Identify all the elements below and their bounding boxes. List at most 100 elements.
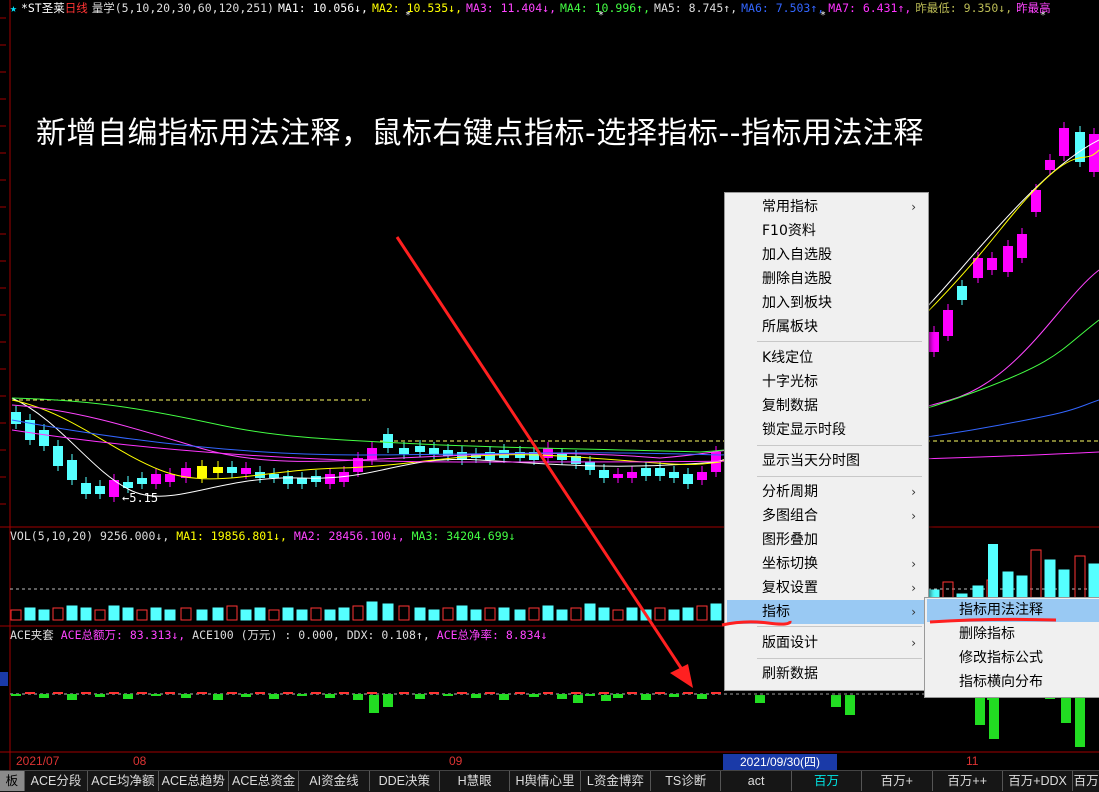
menu-add-watchlist[interactable]: 加入自选股 [727,244,926,266]
tab-ace-funds[interactable]: ACE总资金 [229,771,300,791]
ace-bar [845,695,855,715]
indicator-submenu: 指标用法注释 删除指标 修改指标公式 指标横向分布 [924,597,1099,698]
menu-crosshair[interactable]: 十字光标 [727,371,926,393]
date-label-aug: 08 [133,754,147,768]
ace-bar [543,692,553,694]
candle-body [81,483,91,494]
ma6-value: MA6: 7.503↑, [741,1,825,15]
menu-f10-info[interactable]: F10资料 [727,220,926,242]
ace-bar [67,694,77,700]
candle-body [1059,128,1069,156]
tab-ts-diagnosis[interactable]: TS诊断 [651,771,722,791]
candle-body [151,474,161,484]
volume-bar [456,605,468,621]
menu-adjust-settings[interactable]: 复权设置 › [727,577,926,599]
ace-bar [457,692,467,694]
tab-million-plus[interactable]: 百万+ [862,771,933,791]
ma3-value: MA3: 11.404↓, [466,1,557,15]
candle-body [283,476,293,484]
tab-ace-trend[interactable]: ACE总趋势 [159,771,229,791]
ace-bar [11,694,21,696]
submenu-indicator-usage-notes[interactable]: 指标用法注释 [927,599,1099,622]
ace-bar [25,692,35,694]
candle-body [165,474,175,482]
menu-lock-period[interactable]: 锁定显示时段 [727,419,926,441]
tab-million[interactable]: 百万 [792,771,863,791]
ace-bar [181,694,191,698]
candle-body [443,450,453,456]
ace-bar [443,694,453,696]
volume-bar [528,607,540,621]
menu-separator [757,626,922,627]
star-icon[interactable]: ★ [10,1,17,15]
ma7-value: MA7: 6.431↑, [828,1,912,15]
tab-ace-segment[interactable]: ACE分段 [25,771,89,791]
stock-name[interactable]: *ST圣莱 [21,1,65,15]
menu-label: K线定位 [762,350,814,366]
menu-axis-switch[interactable]: 坐标切换 › [727,553,926,575]
indicator-name[interactable]: 量学(5,10,20,30,60,120,251) [92,1,274,15]
menu-separator [757,341,922,342]
candle-body [53,446,63,466]
volume-bar [542,605,554,621]
tab-board[interactable]: 板 [0,771,25,791]
menu-remove-watchlist[interactable]: 删除自选股 [727,268,926,290]
ace-bar [283,692,293,694]
chevron-right-icon: › [911,636,916,650]
candle-body [137,478,147,484]
ace-bar [1075,695,1085,747]
menu-label: F10资料 [762,223,816,239]
tab-dde-decision[interactable]: DDE决策 [370,771,440,791]
menu-refresh-data[interactable]: 刷新数据 [727,663,926,685]
tab-million-ddx[interactable]: 百万+DDX [1003,771,1074,791]
tab-ace-avg-net[interactable]: ACE均净额 [88,771,159,791]
volume-bar [514,609,526,621]
menu-belonging-block[interactable]: 所属板块 [727,316,926,338]
candle-body [641,468,651,476]
tab-million-plus-plus[interactable]: 百万++ [933,771,1003,791]
menu-layout-design[interactable]: 版面设计 › [727,632,926,654]
volume-bar [626,607,638,621]
candle-body [383,434,393,448]
tab-l-fund-game[interactable]: L资金博弈 [581,771,652,791]
tab-h-eye[interactable]: H慧眼 [440,771,511,791]
menu-label: 指标 [762,604,790,620]
volume-bar [442,607,454,621]
ma2-value: MA2: 10.535↓, [371,1,462,15]
candle-body [1031,190,1041,212]
date-label-sep: 09 [449,754,463,768]
menu-intraday-chart[interactable]: 显示当天分时图 [727,450,926,472]
volume-ma1: MA1: 19856.801↓, [176,529,287,543]
menu-chart-overlay[interactable]: 图形叠加 [727,529,926,551]
menu-indicator[interactable]: 指标 › [727,600,926,624]
tab-million-2[interactable]: 百万 [1073,771,1099,791]
ace-bar [109,692,119,694]
menu-copy-data[interactable]: 复制数据 [727,395,926,417]
menu-label: 加入自选股 [762,247,832,263]
menu-common-indicators[interactable]: 常用指标 › [727,196,926,218]
submenu-delete-indicator[interactable]: 删除指标 [927,623,1099,646]
menu-multi-chart[interactable]: 多图组合 › [727,505,926,527]
tab-ai-fund-line[interactable]: AI资金线 [299,771,370,791]
tab-h-sentiment[interactable]: H舆情心里 [510,771,581,791]
menu-kline-locate[interactable]: K线定位 [727,347,926,369]
volume-bar [668,609,680,621]
tab-act[interactable]: act [721,771,792,791]
menu-label: 所属板块 [762,319,818,335]
volume-bar [584,603,596,621]
ace-bar [573,695,583,703]
candle-body [683,474,693,484]
ace-bar [367,692,377,694]
menu-analysis-period[interactable]: 分析周期 › [727,481,926,503]
indicator-tab-bar: 板 ACE分段 ACE均净额 ACE总趋势 ACE总资金 AI资金线 DDE决策… [0,770,1099,792]
period-label[interactable]: 日线 [65,1,88,15]
candle-body [1017,234,1027,258]
submenu-horizontal-layout[interactable]: 指标横向分布 [927,671,1099,694]
menu-label: 复权设置 [762,580,818,596]
ace-bar [297,694,307,696]
menu-add-to-block[interactable]: 加入到板块 [727,292,926,314]
chevron-right-icon: › [911,557,916,571]
volume-bar [428,609,440,621]
submenu-edit-formula[interactable]: 修改指标公式 [927,647,1099,670]
candle-body [399,448,409,454]
